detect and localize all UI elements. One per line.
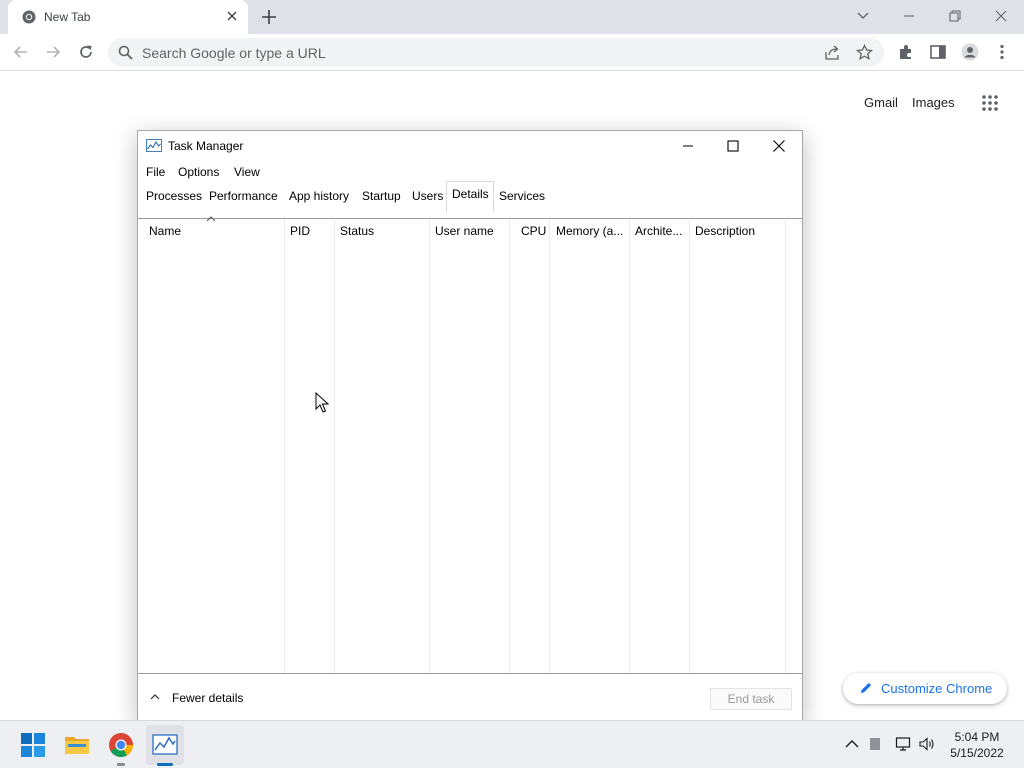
- column-header-name[interactable]: Name: [149, 224, 181, 238]
- network-icon[interactable]: [895, 736, 911, 752]
- back-arrow-icon[interactable]: [12, 43, 30, 61]
- tray-app-icon[interactable]: [867, 736, 883, 752]
- column-header-description[interactable]: Description: [695, 224, 755, 238]
- fewer-details-chevron-icon[interactable]: [150, 693, 160, 700]
- images-link[interactable]: Images: [912, 95, 955, 110]
- column-separator[interactable]: [629, 219, 630, 673]
- profile-avatar-icon[interactable]: [961, 43, 979, 61]
- column-separator[interactable]: [509, 219, 510, 673]
- customize-chrome-label: Customize Chrome: [881, 681, 993, 696]
- customize-chrome-button[interactable]: Customize Chrome: [843, 673, 1007, 704]
- bookmark-star-icon[interactable]: [856, 44, 873, 61]
- system-clock[interactable]: 5:04 PM 5/15/2022: [944, 729, 1010, 761]
- column-separator[interactable]: [785, 219, 786, 673]
- reload-icon[interactable]: [77, 43, 95, 61]
- pencil-icon: [861, 682, 872, 693]
- restore-icon[interactable]: [945, 6, 965, 26]
- column-separator[interactable]: [429, 219, 430, 673]
- column-header-status[interactable]: Status: [340, 224, 374, 238]
- search-icon: [118, 45, 133, 60]
- column-separator[interactable]: [334, 219, 335, 673]
- side-panel-icon[interactable]: [929, 43, 947, 61]
- mouse-cursor-icon: [315, 392, 329, 413]
- column-header-user-name[interactable]: User name: [435, 224, 494, 238]
- tm-minimize-icon[interactable]: [679, 137, 697, 155]
- file-explorer-folder-icon[interactable]: [64, 732, 90, 758]
- omnibox[interactable]: Search Google or type a URL: [108, 38, 884, 67]
- tab-users[interactable]: Users: [412, 189, 443, 203]
- chrome-favicon-icon: [22, 10, 36, 24]
- column-separator[interactable]: [549, 219, 550, 673]
- task-manager-app-icon: [146, 139, 162, 152]
- extensions-puzzle-icon[interactable]: [897, 43, 915, 61]
- column-header-pid[interactable]: PID: [290, 224, 310, 238]
- column-header-cpu[interactable]: CPU: [521, 224, 546, 238]
- clock-date: 5/15/2022: [950, 746, 1004, 760]
- menu-options[interactable]: Options: [178, 165, 219, 179]
- fewer-details-link[interactable]: Fewer details: [172, 691, 243, 705]
- tm-close-icon[interactable]: [770, 137, 788, 155]
- clock-time: 5:04 PM: [954, 730, 1000, 744]
- column-header-architecture[interactable]: Archite...: [635, 224, 682, 238]
- column-separator[interactable]: [689, 219, 690, 673]
- windows-taskbar: 5:04 PM 5/15/2022: [0, 720, 1024, 768]
- share-icon[interactable]: [824, 44, 841, 61]
- tab-new-tab[interactable]: New Tab: [8, 0, 248, 34]
- tab-close-icon[interactable]: [225, 9, 239, 23]
- task-manager-taskbar-icon[interactable]: [152, 732, 178, 758]
- omnibox-placeholder: Search Google or type a URL: [142, 45, 326, 61]
- google-apps-grid-icon[interactable]: [981, 94, 999, 112]
- chrome-running-indicator: [117, 763, 125, 766]
- task-manager-window: Task Manager File Options View Processes…: [137, 130, 803, 724]
- column-header-memory[interactable]: Memory (a...: [556, 224, 623, 238]
- gmail-link[interactable]: Gmail: [864, 95, 898, 110]
- show-hidden-icons-chevron-icon[interactable]: [844, 736, 860, 752]
- column-separator[interactable]: [284, 219, 285, 673]
- menu-file[interactable]: File: [146, 165, 165, 179]
- footer-divider-line: [138, 673, 802, 674]
- tab-processes[interactable]: Processes: [146, 189, 202, 203]
- tab-app-history[interactable]: App history: [289, 189, 349, 203]
- tab-details[interactable]: Details: [452, 187, 489, 201]
- start-windows-icon[interactable]: [20, 732, 46, 758]
- tab-search-chevron-icon[interactable]: [853, 6, 873, 26]
- browser-toolbar: Search Google or type a URL: [0, 34, 1024, 71]
- minimize-icon[interactable]: [899, 6, 919, 26]
- task-manager-tabs: Processes Performance App history Startu…: [138, 180, 802, 212]
- task-manager-active-indicator: [157, 763, 173, 766]
- tm-maximize-icon[interactable]: [724, 137, 742, 155]
- volume-speaker-icon[interactable]: [919, 736, 935, 752]
- menu-view[interactable]: View: [234, 165, 260, 179]
- chrome-icon[interactable]: [108, 732, 134, 758]
- chrome-tabstrip: New Tab: [0, 0, 1024, 34]
- kebab-menu-icon[interactable]: [993, 43, 1011, 61]
- tab-services[interactable]: Services: [499, 189, 545, 203]
- end-task-button[interactable]: End task: [710, 688, 792, 710]
- tab-divider-line: [138, 218, 802, 219]
- tab-startup[interactable]: Startup: [362, 189, 401, 203]
- sort-ascending-caret-icon: [206, 216, 216, 222]
- forward-arrow-icon[interactable]: [44, 43, 62, 61]
- tab-title: New Tab: [44, 10, 91, 24]
- tab-performance[interactable]: Performance: [209, 189, 278, 203]
- close-window-icon[interactable]: [991, 6, 1011, 26]
- task-manager-titlebar[interactable]: Task Manager: [138, 131, 802, 161]
- task-manager-title: Task Manager: [168, 139, 244, 153]
- new-tab-plus-icon[interactable]: [260, 8, 278, 26]
